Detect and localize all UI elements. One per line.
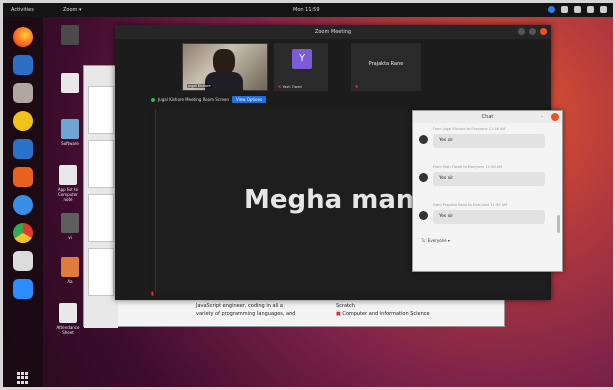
battery-icon[interactable] bbox=[587, 6, 594, 13]
software-file-icon bbox=[61, 119, 79, 139]
chrome-icon[interactable] bbox=[13, 223, 33, 243]
desktop-item[interactable]: Software bbox=[55, 119, 85, 146]
avatar bbox=[419, 135, 428, 144]
chat-titlebar[interactable]: Chat – bbox=[413, 111, 562, 123]
screen-share-bar: Jugal Kishore Meeting Room Screen View O… bbox=[151, 96, 267, 103]
folder-icon bbox=[61, 213, 79, 233]
avatar bbox=[419, 173, 428, 182]
dock bbox=[3, 17, 43, 387]
activities-button[interactable]: Activities bbox=[11, 7, 34, 13]
minimize-icon[interactable]: – bbox=[538, 113, 546, 121]
writer-icon[interactable] bbox=[13, 139, 33, 159]
zoom-tray-icon[interactable] bbox=[548, 6, 555, 13]
avatar: Y bbox=[292, 49, 312, 69]
top-panel: Activities Zoom ▾ Mon 11:59 bbox=[3, 3, 613, 17]
text-editor-icon[interactable] bbox=[13, 251, 33, 271]
spreadsheet-icon bbox=[59, 303, 77, 323]
chat-panel[interactable]: Chat – From Jugal Kishore to Everyone 11… bbox=[412, 110, 563, 272]
desktop-item[interactable]: App list to Computer note bbox=[53, 165, 83, 202]
page-thumbnail[interactable] bbox=[88, 140, 114, 188]
system-tray[interactable] bbox=[548, 6, 607, 13]
participant-video-tile[interactable]: Jugal Kishore bbox=[182, 43, 268, 92]
help-icon[interactable] bbox=[13, 195, 33, 215]
participant-name-tile[interactable]: Prajakta Rane ✖ bbox=[351, 43, 421, 91]
recording-icon: ▮ bbox=[151, 291, 154, 297]
rhythmbox-icon[interactable] bbox=[13, 111, 33, 131]
document-icon bbox=[61, 73, 79, 93]
document-icon bbox=[59, 165, 77, 185]
page-thumbnail[interactable] bbox=[88, 248, 114, 296]
volume-icon[interactable] bbox=[574, 6, 581, 13]
close-icon[interactable] bbox=[551, 113, 559, 121]
avatar bbox=[419, 211, 428, 220]
close-icon[interactable] bbox=[540, 28, 547, 35]
share-status-text: Jugal Kishore Meeting Room Screen bbox=[158, 97, 229, 102]
desktop-item[interactable] bbox=[55, 73, 85, 95]
app-menu[interactable]: Zoom ▾ bbox=[63, 7, 82, 13]
minimize-icon[interactable] bbox=[518, 28, 525, 35]
muted-mic-icon: ✖ bbox=[355, 84, 359, 89]
thunderbird-icon[interactable] bbox=[13, 55, 33, 75]
desktop-screen: Activities Zoom ▾ Mon 11:59 Software App… bbox=[0, 0, 616, 390]
power-icon[interactable] bbox=[600, 6, 607, 13]
show-applications-icon[interactable] bbox=[17, 372, 29, 384]
firefox-icon[interactable] bbox=[13, 27, 33, 47]
participant-body bbox=[205, 72, 243, 92]
font-file-icon bbox=[61, 257, 79, 277]
files-icon[interactable] bbox=[13, 83, 33, 103]
page-thumbnail[interactable] bbox=[88, 86, 114, 134]
folder-icon bbox=[61, 25, 79, 45]
clock[interactable]: Mon 11:59 bbox=[293, 7, 320, 13]
participant-avatar-tile[interactable]: Y ✖ Yash Tiwari bbox=[274, 43, 328, 91]
zoom-icon[interactable] bbox=[13, 279, 33, 299]
document-text[interactable]: JavaScript engineer, coding in all a var… bbox=[196, 302, 295, 318]
chat-scrollbar[interactable] bbox=[557, 215, 560, 233]
desktop-item[interactable]: Attendance Sheet bbox=[53, 303, 83, 335]
maximize-icon[interactable] bbox=[529, 28, 536, 35]
desktop-item[interactable] bbox=[55, 25, 85, 47]
desktop-item[interactable]: Aa bbox=[55, 257, 85, 284]
page-thumbnail[interactable] bbox=[88, 194, 114, 242]
share-status-icon bbox=[151, 97, 155, 102]
chat-recipient-select[interactable]: To: Everyone ▾ bbox=[421, 238, 450, 243]
software-icon[interactable] bbox=[13, 167, 33, 187]
network-icon[interactable] bbox=[561, 6, 568, 13]
document-side-text[interactable]: Scratch ■ Computer and information Scien… bbox=[336, 302, 430, 318]
page-thumbnails[interactable] bbox=[84, 66, 118, 328]
desktop-item[interactable]: vi bbox=[55, 213, 85, 240]
meeting-titlebar[interactable]: Zoom Meeting bbox=[115, 25, 551, 39]
view-options-button[interactable]: View Options bbox=[232, 96, 267, 103]
shared-screen-sidebar bbox=[149, 109, 153, 293]
shared-screen-text: Megha mane bbox=[244, 185, 433, 215]
